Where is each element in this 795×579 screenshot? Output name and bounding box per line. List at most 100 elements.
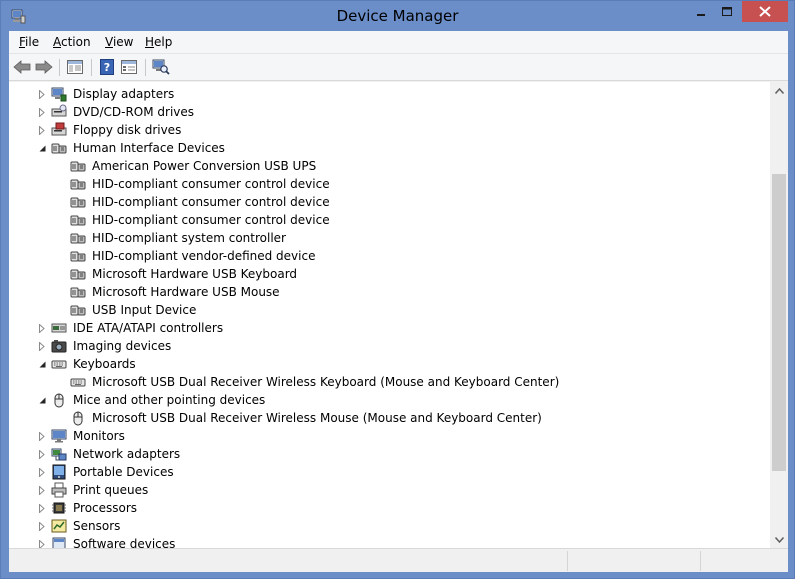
expand-arrow-icon[interactable] (37, 322, 47, 334)
status-bar (9, 548, 788, 572)
device-tree-label: Monitors (73, 429, 125, 443)
expand-arrow-icon[interactable] (37, 106, 47, 118)
toolbar: ? (9, 54, 788, 81)
device-tree-item[interactable]: HID-compliant vendor-defined device (9, 247, 770, 265)
device-category-item[interactable]: DVD/CD-ROM drives (9, 103, 770, 121)
device-category-item[interactable]: Keyboards (9, 355, 770, 373)
network-adapter-icon (51, 446, 67, 462)
properties-icon (121, 60, 137, 74)
monitor-icon (51, 428, 67, 444)
help-icon: ? (100, 59, 114, 75)
device-tree[interactable]: Display adapters DVD/CD-ROM drives Floppy … (9, 82, 770, 548)
device-tree-item[interactable]: Microsoft USB Dual Receiver Wireless Key… (9, 373, 770, 391)
close-icon (759, 6, 771, 17)
scrollbar-thumb[interactable] (772, 174, 786, 471)
menu-file[interactable]: File (19, 35, 39, 49)
processor-icon (51, 500, 67, 516)
device-category-item[interactable]: Sensors (9, 517, 770, 535)
hid-icon (70, 212, 86, 228)
properties-button[interactable] (119, 58, 139, 76)
device-category-item[interactable]: Portable Devices (9, 463, 770, 481)
device-tree-item[interactable]: Microsoft Hardware USB Mouse (9, 283, 770, 301)
expand-arrow-icon[interactable] (37, 502, 47, 514)
client-area: File Action View Help ? Display adapters… (9, 31, 788, 572)
back-button[interactable] (12, 58, 32, 76)
device-category-item[interactable]: Network adapters (9, 445, 770, 463)
device-tree-label: HID-compliant system controller (92, 231, 286, 245)
device-tree-item[interactable]: USB Input Device (9, 301, 770, 319)
device-tree-item[interactable]: HID-compliant system controller (9, 229, 770, 247)
expand-arrow-icon[interactable] (37, 430, 47, 442)
menu-action[interactable]: Action (53, 35, 91, 49)
maximize-button[interactable] (714, 1, 740, 22)
device-category-item[interactable]: Processors (9, 499, 770, 517)
keyboard-icon (51, 356, 67, 372)
close-button[interactable] (742, 1, 788, 22)
scan-hardware-button[interactable] (151, 58, 171, 76)
device-tree-label: American Power Conversion USB UPS (92, 159, 317, 173)
expand-arrow-icon[interactable] (37, 124, 47, 136)
device-tree-label: USB Input Device (92, 303, 197, 317)
mouse-icon (51, 392, 67, 408)
menu-view[interactable]: View (105, 35, 133, 49)
vertical-scrollbar[interactable] (770, 82, 788, 548)
hid-icon (70, 284, 86, 300)
scroll-up-button[interactable] (770, 82, 788, 99)
forward-button[interactable] (34, 58, 54, 76)
status-pane (700, 551, 788, 571)
expand-arrow-icon[interactable] (37, 484, 47, 496)
sensor-icon (51, 518, 67, 534)
back-arrow-icon (13, 60, 31, 74)
expand-arrow-icon[interactable] (37, 538, 47, 548)
hid-icon (70, 230, 86, 246)
help-button[interactable]: ? (97, 58, 117, 76)
device-tree-item[interactable]: Microsoft Hardware USB Keyboard (9, 265, 770, 283)
device-tree-item[interactable]: HID-compliant consumer control device (9, 211, 770, 229)
hid-icon (70, 248, 86, 264)
device-tree-item[interactable]: HID-compliant consumer control device (9, 193, 770, 211)
chevron-up-icon (774, 87, 784, 94)
device-category-item[interactable]: Software devices (9, 535, 770, 548)
title-bar[interactable]: Device Manager (1, 1, 794, 31)
expand-arrow-icon[interactable] (37, 520, 47, 532)
ide-controller-icon (51, 320, 67, 336)
device-tree-label: Floppy disk drives (73, 123, 182, 137)
mouse-icon (70, 410, 86, 426)
hid-icon (51, 140, 67, 156)
collapse-arrow-icon[interactable] (37, 394, 47, 406)
device-category-item[interactable]: Floppy disk drives (9, 121, 770, 139)
device-category-item[interactable]: Mice and other pointing devices (9, 391, 770, 409)
device-category-item[interactable]: Display adapters (9, 85, 770, 103)
device-tree-item[interactable]: HID-compliant consumer control device (9, 175, 770, 193)
device-tree-item[interactable]: Microsoft USB Dual Receiver Wireless Mou… (9, 409, 770, 427)
device-tree-label: Sensors (73, 519, 121, 533)
forward-arrow-icon (35, 60, 53, 74)
device-tree-label: Processors (73, 501, 138, 515)
device-tree-label: Software devices (73, 537, 176, 548)
device-category-item[interactable]: Monitors (9, 427, 770, 445)
expand-arrow-icon[interactable] (37, 88, 47, 100)
menu-bar: File Action View Help (9, 31, 788, 54)
device-tree-label: Display adapters (73, 87, 175, 101)
expand-arrow-icon[interactable] (37, 448, 47, 460)
chevron-down-icon (774, 536, 784, 543)
device-category-item[interactable]: Human Interface Devices (9, 139, 770, 157)
device-category-item[interactable]: Print queues (9, 481, 770, 499)
minimize-button[interactable] (688, 1, 714, 22)
expand-arrow-icon[interactable] (37, 340, 47, 352)
hid-icon (70, 176, 86, 192)
toolbar-separator (59, 59, 60, 76)
menu-help[interactable]: Help (145, 35, 172, 49)
scan-hardware-icon (152, 59, 170, 75)
svg-text:?: ? (104, 61, 110, 74)
maximize-icon (722, 6, 732, 16)
show-hide-console-tree-button[interactable] (65, 58, 85, 76)
device-category-item[interactable]: Imaging devices (9, 337, 770, 355)
scroll-down-button[interactable] (770, 531, 788, 548)
device-category-item[interactable]: IDE ATA/ATAPI controllers (9, 319, 770, 337)
expand-arrow-icon[interactable] (37, 466, 47, 478)
display-adapter-icon (51, 86, 67, 102)
collapse-arrow-icon[interactable] (37, 142, 47, 154)
device-tree-item[interactable]: American Power Conversion USB UPS (9, 157, 770, 175)
collapse-arrow-icon[interactable] (37, 358, 47, 370)
